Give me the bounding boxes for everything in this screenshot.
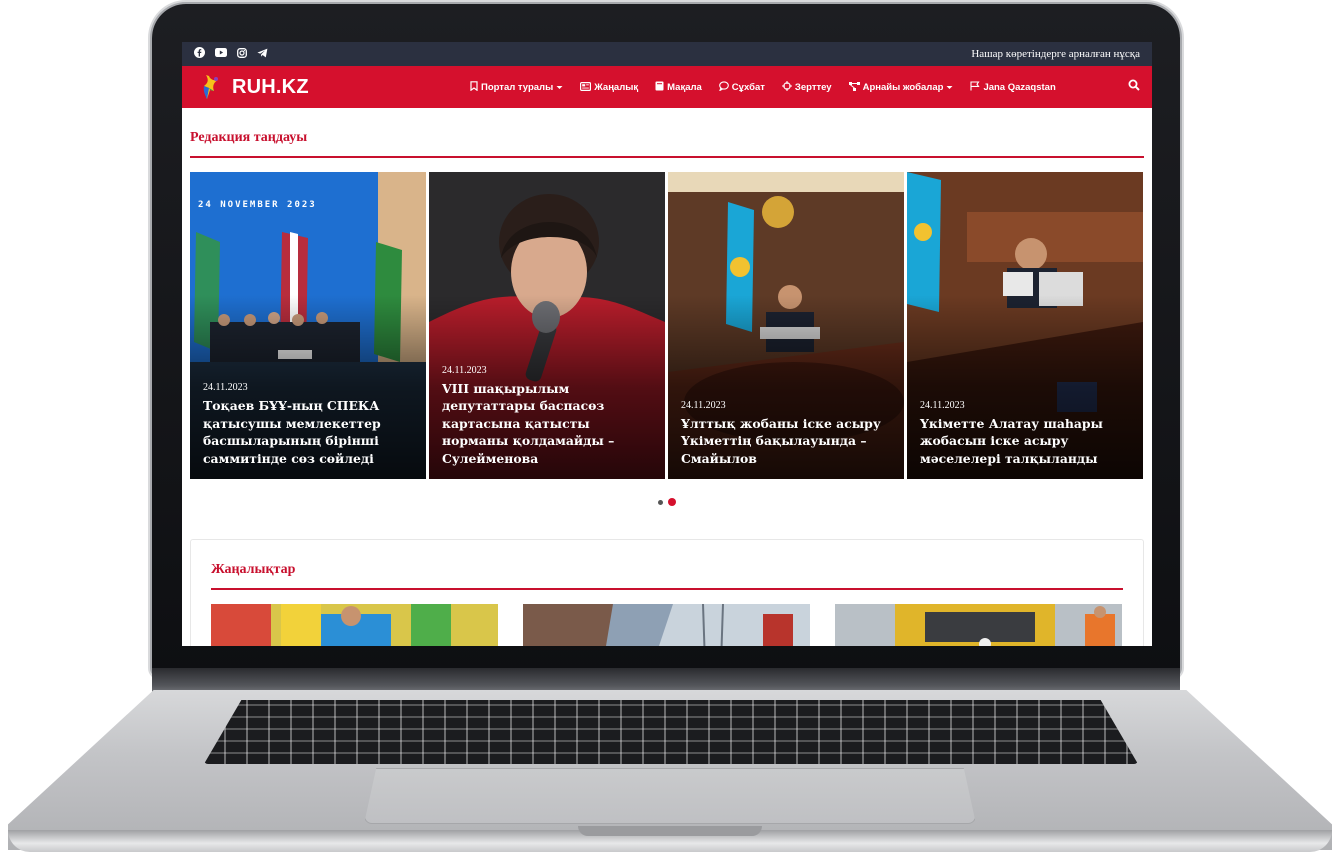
slide-title[interactable]: Үкіметте Алатау шаһары жобасын іске асыр…: [920, 415, 1133, 468]
editors-choice-slider: 24 NOVEMBER 2023 24.11.2023 Тоқаев БҰҰ-н…: [190, 172, 1144, 479]
menu-item-label: Jana Qazaqstan: [983, 81, 1056, 93]
menu-item-special-projects[interactable]: Арнайы жобалар: [848, 81, 954, 93]
slide-title[interactable]: Ұлттық жобаны іске асыру Үкіметтің бақыл…: [681, 415, 894, 468]
laptop-keyboard: [204, 700, 1138, 764]
menu-item-label: Портал туралы: [481, 81, 554, 93]
telegram-icon[interactable]: [257, 48, 268, 61]
menu-item-interview[interactable]: Сұхбат: [718, 81, 765, 93]
chevron-down-icon: [946, 82, 953, 93]
slide-meta: 24.11.2023 Үкіметте Алатау шаһары жобасы…: [920, 400, 1133, 468]
main-menu: Портал туралы Жаңалық Мақала Сұхбат Зерт…: [470, 81, 1056, 93]
slide-card[interactable]: 24.11.2023 VIII шақырылым депутаттары ба…: [429, 172, 665, 479]
site-logo[interactable]: RUH.KZ: [200, 74, 454, 100]
chat-icon: [718, 81, 729, 93]
slider-pagination: [190, 498, 1144, 506]
book-icon: [655, 81, 664, 93]
news-thumbnail[interactable]: [211, 604, 498, 646]
top-bar: Нашар көретіндерге арналған нұсқа: [182, 42, 1152, 66]
slide-card[interactable]: 24.11.2023 Үкіметте Алатау шаһары жобасы…: [907, 172, 1143, 479]
slide-title[interactable]: VIII шақырылым депутаттары баспасөз карт…: [442, 380, 655, 468]
menu-item-research[interactable]: Зерттеу: [781, 81, 832, 93]
menu-item-articles[interactable]: Мақала: [655, 81, 702, 93]
search-icon[interactable]: [1128, 79, 1140, 94]
accessible-version-link[interactable]: Нашар көретіндерге арналған нұсқа: [971, 48, 1140, 60]
instagram-icon[interactable]: [237, 47, 247, 61]
menu-item-about-portal[interactable]: Портал туралы: [470, 81, 563, 93]
news-section: Жаңалықтар: [190, 539, 1144, 646]
slide-title[interactable]: Тоқаев БҰҰ-ның СПЕКА қатысушы мемлекетте…: [203, 397, 416, 467]
menu-item-label: Жаңалық: [594, 81, 639, 93]
newspaper-icon: [580, 81, 592, 93]
facebook-icon[interactable]: [194, 47, 205, 61]
logo-text: RUH.KZ: [232, 75, 309, 98]
menu-item-label: Мақала: [667, 81, 702, 93]
editors-choice-section: Редакция таңдауы 24 NOVEMBER 2023 24.11.…: [182, 108, 1152, 506]
menu-item-label: Сұхбат: [731, 81, 765, 93]
slide-meta: 24.11.2023 Ұлттық жобаны іске асыру Үкім…: [681, 400, 894, 468]
chevron-down-icon: [556, 82, 563, 93]
slide-date: 24.11.2023: [920, 399, 965, 411]
slide-meta: 24.11.2023 Тоқаев БҰҰ-ның СПЕКА қатысушы…: [203, 382, 416, 467]
project-diagram-icon: [848, 81, 860, 93]
youtube-icon[interactable]: [215, 48, 227, 60]
menu-item-jana-qazaqstan[interactable]: Jana Qazaqstan: [970, 81, 1056, 93]
news-thumbnail[interactable]: [835, 604, 1122, 646]
editors-choice-title: Редакция таңдауы: [190, 130, 1144, 158]
news-title: Жаңалықтар: [211, 562, 1123, 590]
slide-image-caption: 24 NOVEMBER 2023: [198, 200, 317, 210]
laptop-trackpad: [364, 768, 976, 824]
crosshair-icon: [781, 81, 792, 93]
website-screen: Нашар көретіндерге арналған нұсқа RUH.KZ…: [182, 42, 1152, 646]
menu-item-label: Зерттеу: [794, 81, 832, 93]
laptop-front-notch: [578, 826, 762, 836]
bookmark-icon: [470, 81, 478, 93]
slide-date: 24.11.2023: [203, 382, 248, 393]
slide-date: 24.11.2023: [442, 364, 487, 376]
logo-mark-icon: [200, 74, 222, 100]
menu-item-label: Арнайы жобалар: [862, 81, 944, 93]
news-thumbnail[interactable]: [523, 604, 810, 646]
slide-card[interactable]: 24.11.2023 Ұлттық жобаны іске асыру Үкім…: [668, 172, 904, 479]
slide-date: 24.11.2023: [681, 399, 726, 411]
pagination-dot[interactable]: [658, 499, 663, 505]
menu-item-news[interactable]: Жаңалық: [580, 82, 638, 93]
news-thumbnails: [211, 604, 1123, 646]
social-links: [194, 47, 268, 61]
flag-icon: [970, 81, 980, 93]
main-navbar: RUH.KZ Портал туралы Жаңалық Мақала Сұхб…: [182, 66, 1152, 108]
slide-card[interactable]: 24 NOVEMBER 2023 24.11.2023 Тоқаев БҰҰ-н…: [190, 172, 426, 479]
slide-meta: 24.11.2023 VIII шақырылым депутаттары ба…: [442, 365, 655, 468]
pagination-dot-active[interactable]: [668, 498, 676, 506]
